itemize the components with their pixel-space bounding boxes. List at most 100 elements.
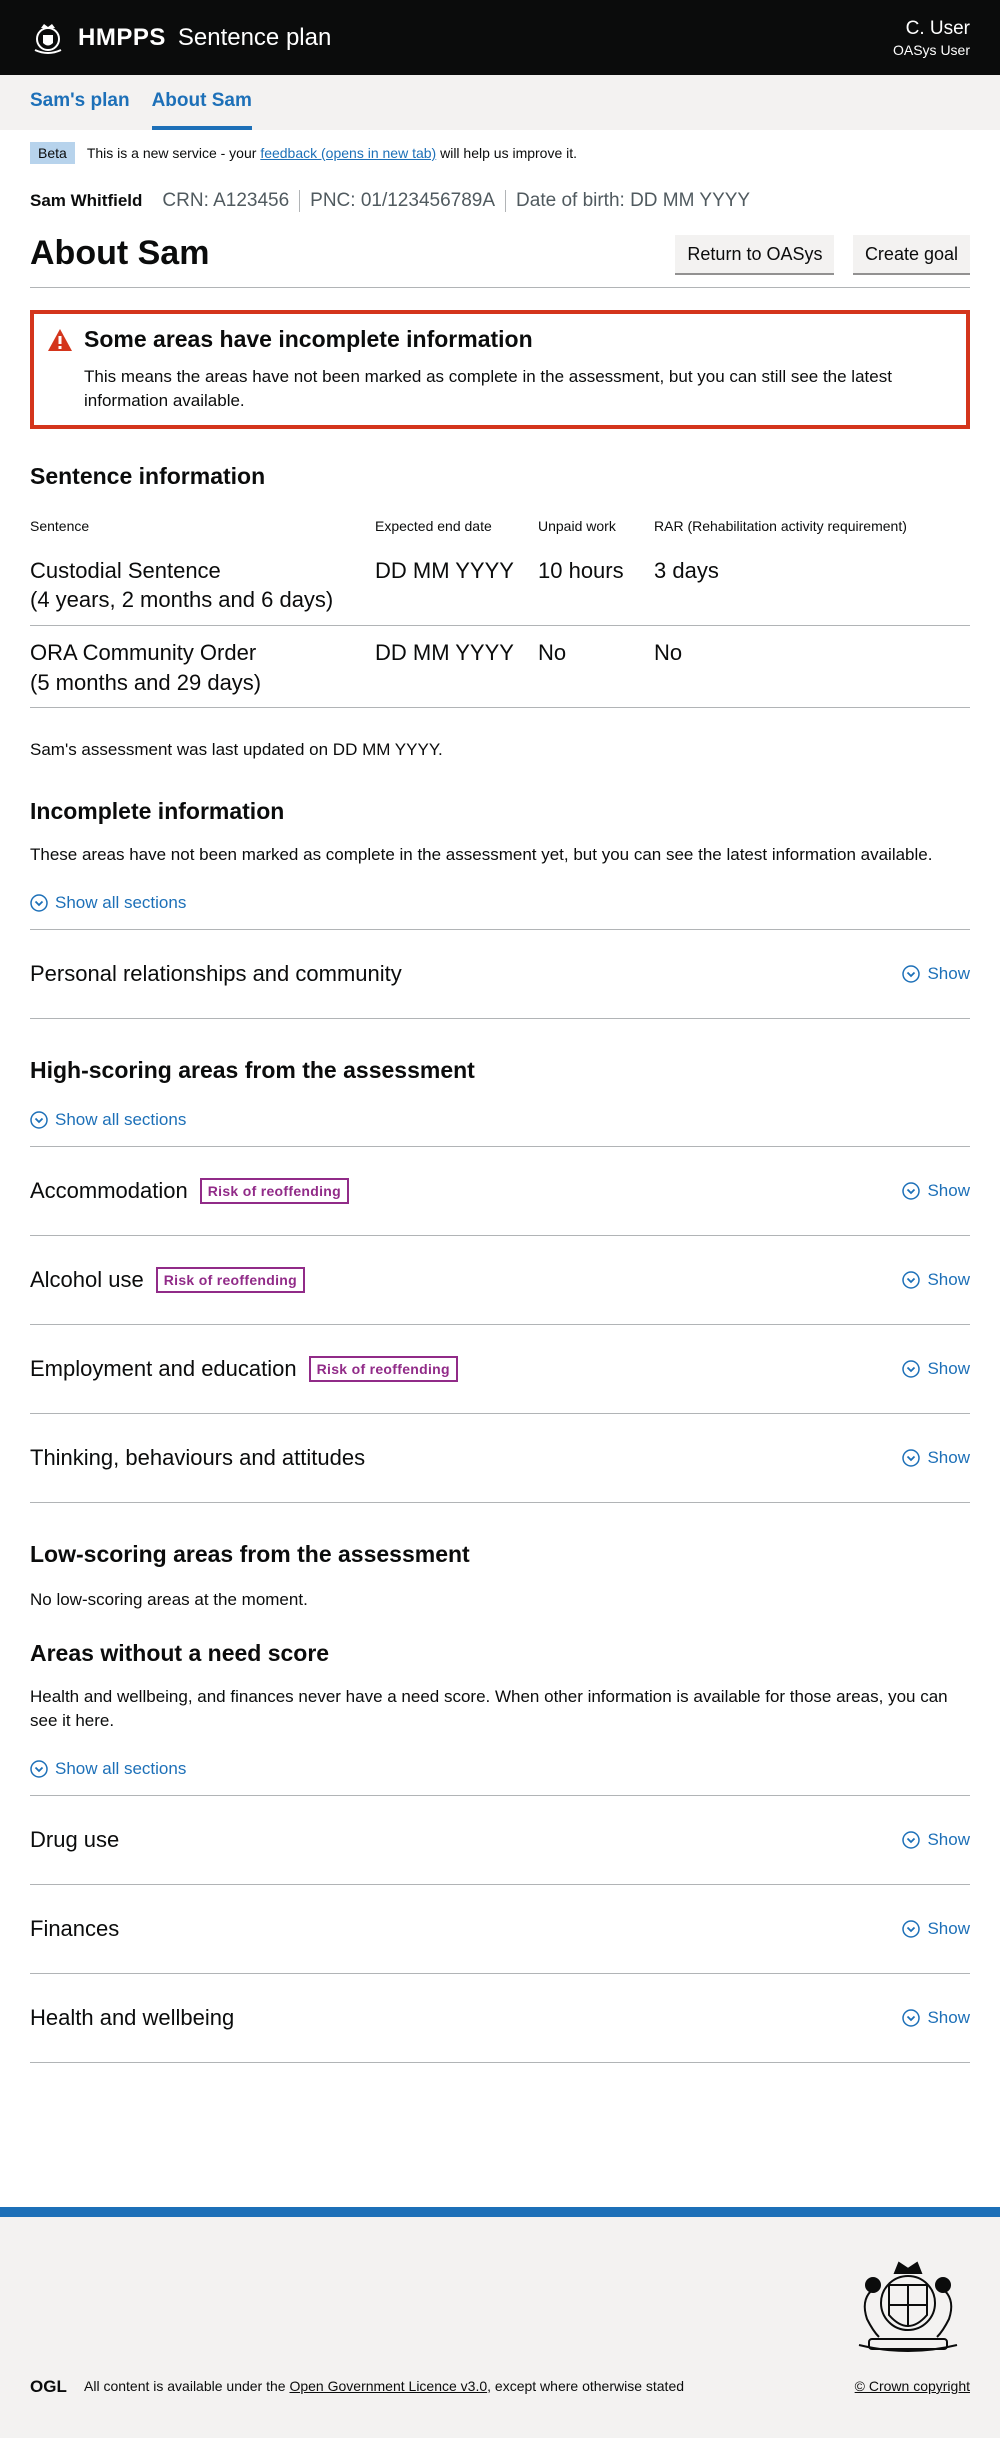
show-toggle[interactable]: Show [902,1919,970,1939]
beta-text-before: This is a new service - your [86,145,257,161]
table-row: Custodial Sentence (4 years, 2 months an… [30,543,970,626]
incomplete-section: Incomplete information These areas have … [30,798,970,1020]
return-to-oasys-button[interactable]: Return to OASys [675,234,835,273]
accordion: Personal relationships and community Sho… [30,929,970,1020]
chevron-down-icon [30,894,48,912]
show-label: Show [927,2007,970,2027]
no-need-score-section: Areas without a need score Health and we… [30,1640,970,2063]
show-label: Show [927,1448,970,1468]
accordion-section-personal-relationships[interactable]: Personal relationships and community Sho… [30,930,970,1020]
incomplete-heading: Incomplete information [30,798,285,825]
accordion-section-alcohol-use[interactable]: Alcohol use Risk of reoffending Show [30,1236,970,1326]
user-role: OASys User [892,41,970,58]
accordion-section-employment-education[interactable]: Employment and education Risk of reoffen… [30,1325,970,1415]
site-header: HMPPS Sentence plan C. User OASys User [0,0,1000,75]
phase-banner: Beta This is a new service - your feedba… [30,142,970,164]
low-scoring-section: Low-scoring areas from the assessment No… [30,1541,970,1610]
unpaid-work-cell: No [538,625,654,709]
rar-cell: No [654,625,970,709]
high-scoring-section: High-scoring areas from the assessment S… [30,1057,970,1504]
show-toggle[interactable]: Show [902,1359,970,1379]
royal-coat-of-arms-icon [858,2261,958,2352]
warning-body: This means the areas have not been marke… [84,367,892,410]
accordion-title: Alcohol use [30,1267,144,1293]
show-label: Show [927,1829,970,1849]
risk-of-reoffending-tag: Risk of reoffending [308,1356,458,1383]
chevron-down-icon [902,1919,921,1938]
site-footer: OGL All content is available under the O… [0,2207,1000,2438]
no-need-intro: Health and wellbeing, and finances never… [30,1687,948,1730]
column-header-sentence: Sentence [30,517,90,534]
show-toggle[interactable]: Show [902,964,970,984]
licence-text-before: All content is available under the [84,2378,286,2394]
person-details-bar: Sam Whitfield CRN: A123456 PNC: 01/12345… [30,190,970,212]
end-date-cell: DD MM YYYY [375,625,538,709]
accordion-title: Drug use [30,1826,120,1852]
ogl-licence-link[interactable]: Open Government Licence v3.0 [289,2378,487,2394]
incomplete-intro: These areas have not been marked as comp… [30,845,933,865]
page-title-row: About Sam Return to OASys Create goal [30,234,970,288]
tab-sams-plan[interactable]: Sam's plan [30,90,130,130]
sentence-name: Custodial Sentence [30,557,221,583]
person-crn: CRN: A123456 [162,190,290,211]
show-toggle[interactable]: Show [902,1830,970,1850]
sentence-cell: Custodial Sentence (4 years, 2 months an… [30,543,375,626]
create-goal-button[interactable]: Create goal [852,234,970,273]
page-actions: Return to OASys Create goal [661,234,970,273]
person-pnc: PNC: 01/123456789A [310,190,496,211]
show-toggle[interactable]: Show [902,1270,970,1290]
header-logo[interactable]: HMPPS Sentence plan [30,20,331,56]
chevron-down-icon [30,1111,48,1129]
show-all-sections-button[interactable]: Show all sections [30,1759,970,1779]
risk-of-reoffending-tag: Risk of reoffending [199,1178,350,1205]
sentence-cell: ORA Community Order (5 months and 29 day… [30,625,375,709]
chevron-down-icon [902,1830,921,1849]
show-label: Show [927,1359,970,1379]
accordion-section-finances[interactable]: Finances Show [30,1885,970,1974]
show-all-sections-button[interactable]: Show all sections [30,893,970,913]
page-title: About Sam [30,234,210,272]
show-all-label: Show all sections [55,1110,187,1130]
column-header-rar: RAR (Rehabilitation activity requirement… [654,517,907,534]
service-name: Sentence plan [177,23,332,51]
accordion-title: Health and wellbeing [30,2004,235,2030]
accordion-title: Finances [30,1915,120,1941]
sentence-duration: (4 years, 2 months and 6 days) [30,587,334,613]
show-label: Show [927,964,970,984]
accordion-title: Personal relationships and community [30,961,402,987]
accordion-section-accommodation[interactable]: Accommodation Risk of reoffending Show [30,1147,970,1237]
chevron-down-icon [902,1449,921,1467]
accordion-section-drug-use[interactable]: Drug use Show [30,1796,970,1885]
chevron-down-icon [902,2008,921,2027]
no-need-heading: Areas without a need score [30,1640,330,1667]
crown-copyright-link[interactable]: © Crown copyright [855,2378,970,2394]
user-info: C. User OASys User [893,18,970,58]
licence-text-after: , except where otherwise stated [487,2378,685,2394]
sentence-duration: (5 months and 29 days) [30,669,262,695]
unpaid-work-cell: 10 hours [538,543,654,626]
assessment-updated-text: Sam's assessment was last updated on DD … [30,740,443,760]
tab-about-sam[interactable]: About Sam [151,90,252,130]
show-toggle[interactable]: Show [902,1448,970,1468]
show-toggle[interactable]: Show [902,2008,970,2028]
show-toggle[interactable]: Show [902,1181,970,1201]
show-label: Show [927,1181,970,1201]
feedback-link[interactable]: feedback (opens in new tab) [260,145,436,161]
show-all-sections-button[interactable]: Show all sections [30,1110,970,1130]
beta-tag: Beta [30,142,75,164]
show-all-label: Show all sections [55,1758,187,1778]
divider [299,190,301,212]
column-header-unpaid-work: Unpaid work [538,517,616,534]
svg-text:OGL: OGL [30,2377,67,2395]
high-scoring-heading: High-scoring areas from the assessment [30,1057,475,1084]
accordion-section-thinking-behaviours[interactable]: Thinking, behaviours and attitudes Show [30,1414,970,1504]
accordion-title: Employment and education [30,1356,297,1382]
accordion-section-health-wellbeing[interactable]: Health and wellbeing Show [30,1974,970,2063]
incomplete-warning-box: Some areas have incomplete information T… [30,310,970,429]
footer-meta: OGL All content is available under the O… [30,2377,970,2395]
chevron-down-icon [902,1271,921,1289]
risk-of-reoffending-tag: Risk of reoffending [155,1267,306,1294]
sentence-table: Sentence Expected end date Unpaid work R… [30,518,970,709]
chevron-down-icon [30,1759,48,1778]
show-label: Show [927,1918,970,1938]
